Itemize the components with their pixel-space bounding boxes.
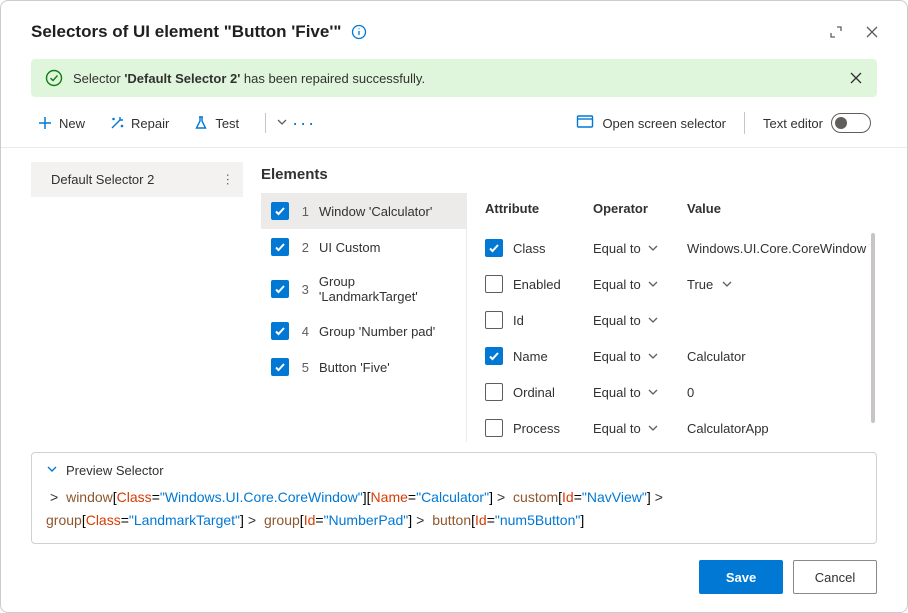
flask-icon — [193, 115, 209, 131]
toolbar-separator — [744, 112, 745, 134]
preview-toggle[interactable]: Preview Selector — [46, 463, 862, 478]
chevron-down-icon[interactable] — [647, 242, 659, 254]
checkbox[interactable] — [485, 239, 503, 257]
attribute-value[interactable]: Calculator — [687, 349, 746, 364]
toolbar-divider — [265, 113, 266, 133]
selector-list-item[interactable]: Default Selector 2 ··· — [31, 162, 243, 197]
element-index: 1 — [299, 204, 309, 219]
more-vertical-icon[interactable]: ··· — [226, 173, 231, 186]
attribute-value[interactable]: CalculatorApp — [687, 421, 769, 436]
operator-value[interactable]: Equal to — [593, 241, 641, 256]
expand-icon[interactable] — [823, 19, 849, 45]
element-index: 4 — [299, 324, 309, 339]
operator-value[interactable]: Equal to — [593, 421, 641, 436]
attribute-name: Enabled — [513, 277, 561, 292]
operator-value[interactable]: Equal to — [593, 385, 641, 400]
operator-value[interactable]: Equal to — [593, 277, 641, 292]
attribute-name: Class — [513, 241, 546, 256]
attribute-name: Name — [513, 349, 548, 364]
dialog-footer: Save Cancel — [1, 544, 907, 612]
checkbox[interactable] — [485, 419, 503, 437]
element-label: Group 'LandmarkTarget' — [319, 274, 456, 304]
banner-text: Selector 'Default Selector 2' has been r… — [73, 71, 425, 86]
checkbox[interactable] — [485, 347, 503, 365]
wand-icon — [109, 115, 125, 131]
element-row[interactable]: 1 Window 'Calculator' — [261, 193, 466, 229]
chevron-down-icon[interactable] — [276, 116, 288, 131]
operator-value[interactable]: Equal to — [593, 313, 641, 328]
element-label: Window 'Calculator' — [319, 204, 432, 219]
text-editor-toggle[interactable]: Text editor — [757, 109, 877, 137]
chevron-down-icon[interactable] — [647, 314, 659, 326]
scrollbar-thumb[interactable] — [871, 233, 875, 423]
attribute-name: Ordinal — [513, 385, 555, 400]
attribute-row: Name Equal to Calculator — [485, 338, 867, 374]
toggle-off-icon[interactable] — [831, 113, 871, 133]
checkbox[interactable] — [271, 238, 289, 256]
info-icon[interactable] — [351, 24, 367, 40]
success-banner: Selector 'Default Selector 2' has been r… — [31, 59, 877, 97]
plus-icon — [37, 115, 53, 131]
open-screen-selector-button[interactable]: Open screen selector — [570, 110, 732, 137]
chevron-down-icon[interactable] — [647, 386, 659, 398]
attribute-value[interactable]: True — [687, 277, 713, 292]
operator-value[interactable]: Equal to — [593, 349, 641, 364]
banner-close-icon[interactable] — [849, 71, 863, 85]
main-content: Default Selector 2 ··· Elements 1 Window '… — [1, 148, 907, 442]
attribute-row: Class Equal to Windows.UI.Core.CoreWindow — [485, 230, 867, 266]
chevron-down-icon[interactable] — [647, 278, 659, 290]
checkbox[interactable] — [271, 280, 289, 298]
attribute-name: Process — [513, 421, 560, 436]
toolbar: New Repair Test ··· Open screen selector… — [1, 105, 907, 148]
element-row[interactable]: 2 UI Custom — [261, 229, 466, 265]
chevron-down-icon[interactable] — [647, 422, 659, 434]
repair-button[interactable]: Repair — [103, 109, 175, 137]
selector-name: Default Selector 2 — [51, 172, 154, 187]
success-check-icon — [45, 69, 63, 87]
attribute-value[interactable]: Windows.UI.Core.CoreWindow — [687, 241, 866, 256]
close-icon[interactable] — [859, 19, 885, 45]
chevron-down-icon[interactable] — [647, 350, 659, 362]
checkbox[interactable] — [271, 358, 289, 376]
attributes-header: Attribute Operator Value — [485, 193, 867, 230]
attribute-row: Process Equal to CalculatorApp — [485, 410, 867, 442]
elements-title: Elements — [261, 162, 877, 193]
new-button[interactable]: New — [31, 109, 91, 137]
attributes-panel: Attribute Operator Value Class Equal to Wi… — [467, 193, 877, 442]
element-row[interactable]: 5 Button 'Five' — [261, 349, 466, 385]
element-label: Button 'Five' — [319, 360, 390, 375]
checkbox[interactable] — [485, 311, 503, 329]
cancel-button[interactable]: Cancel — [793, 560, 877, 594]
elements-tree: 1 Window 'Calculator' 2 UI Custom 3 Group 'La… — [261, 193, 467, 442]
dialog-header: Selectors of UI element "Button 'Five'" — [1, 1, 907, 59]
more-icon[interactable]: ··· — [292, 113, 316, 134]
chevron-down-icon[interactable] — [721, 278, 733, 290]
element-index: 2 — [299, 240, 309, 255]
test-button[interactable]: Test — [187, 109, 245, 137]
element-row[interactable]: 4 Group 'Number pad' — [261, 313, 466, 349]
preview-selector-panel: Preview Selector > window[Class="Windows… — [31, 452, 877, 544]
element-label: Group 'Number pad' — [319, 324, 435, 339]
element-label: UI Custom — [319, 240, 380, 255]
dialog-title: Selectors of UI element "Button 'Five'" — [31, 22, 341, 42]
checkbox[interactable] — [485, 275, 503, 293]
element-index: 3 — [299, 282, 309, 297]
attribute-name: Id — [513, 313, 524, 328]
element-row[interactable]: 3 Group 'LandmarkTarget' — [261, 265, 466, 313]
elements-panel: Elements 1 Window 'Calculator' 2 UI Custom 3… — [261, 162, 877, 442]
selector-list: Default Selector 2 ··· — [31, 162, 243, 442]
element-index: 5 — [299, 360, 309, 375]
checkbox[interactable] — [271, 322, 289, 340]
attribute-row: Ordinal Equal to 0 — [485, 374, 867, 410]
chevron-down-icon — [46, 463, 58, 478]
screen-icon — [576, 114, 594, 133]
checkbox[interactable] — [485, 383, 503, 401]
attribute-row: Enabled Equal to True — [485, 266, 867, 302]
attribute-value[interactable]: 0 — [687, 385, 694, 400]
checkbox[interactable] — [271, 202, 289, 220]
attribute-row: Id Equal to — [485, 302, 867, 338]
save-button[interactable]: Save — [699, 560, 783, 594]
preview-selector-text: > window[Class="Windows.UI.Core.CoreWind… — [46, 486, 862, 531]
